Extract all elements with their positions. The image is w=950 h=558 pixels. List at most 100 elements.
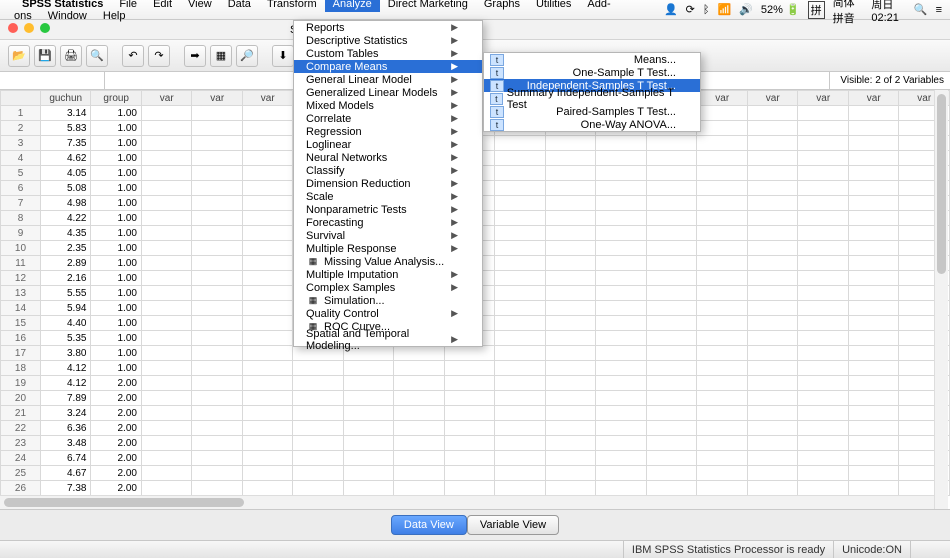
empty-cell[interactable] [141,256,192,271]
open-button[interactable]: 📂 [8,45,30,67]
ime-box[interactable]: 拼 [808,1,825,19]
empty-cell[interactable] [848,211,899,226]
empty-cell[interactable] [343,376,394,391]
empty-cell[interactable] [798,466,849,481]
cell-group[interactable]: 2.00 [91,421,142,436]
empty-cell[interactable] [242,166,293,181]
cell-group[interactable]: 1.00 [91,241,142,256]
empty-cell[interactable] [343,421,394,436]
empty-cell[interactable] [293,376,344,391]
empty-cell[interactable] [646,136,697,151]
cell-group[interactable]: 2.00 [91,391,142,406]
close-window-button[interactable] [8,23,18,33]
empty-cell[interactable] [141,391,192,406]
empty-cell[interactable] [545,301,596,316]
empty-cell[interactable] [798,181,849,196]
column-header-group[interactable]: group [91,91,142,106]
row-number[interactable]: 23 [1,436,41,451]
menubar-item-edit[interactable]: Edit [145,0,180,12]
empty-cell[interactable] [242,436,293,451]
empty-cell[interactable] [646,286,697,301]
empty-cell[interactable] [697,466,748,481]
cell-guchun[interactable]: 3.80 [40,346,91,361]
cell-guchun[interactable]: 4.12 [40,361,91,376]
empty-cell[interactable] [596,361,647,376]
empty-cell[interactable] [697,361,748,376]
empty-cell[interactable] [293,466,344,481]
empty-cell[interactable] [697,136,748,151]
submenu-item-means[interactable]: tMeans... [484,53,700,66]
empty-cell[interactable] [646,466,697,481]
empty-cell[interactable] [697,286,748,301]
empty-cell[interactable] [747,211,798,226]
empty-cell[interactable] [798,241,849,256]
volume-icon[interactable]: 🔊 [739,3,753,16]
empty-cell[interactable] [697,451,748,466]
empty-cell[interactable] [848,331,899,346]
empty-cell[interactable] [495,346,546,361]
menu-item-missing-value-analysis[interactable]: ▦Missing Value Analysis... [294,255,482,268]
row-number[interactable]: 9 [1,226,41,241]
empty-cell[interactable] [545,451,596,466]
insert-case-button[interactable]: ⬇ [272,45,294,67]
empty-cell[interactable] [646,421,697,436]
minimize-window-button[interactable] [24,23,34,33]
empty-cell[interactable] [596,481,647,496]
empty-cell[interactable] [242,316,293,331]
cell-group[interactable]: 2.00 [91,451,142,466]
empty-cell[interactable] [293,436,344,451]
cell-guchun[interactable]: 2.16 [40,271,91,286]
menu-item-dimension-reduction[interactable]: Dimension Reduction▶ [294,177,482,190]
cell-guchun[interactable]: 5.08 [40,181,91,196]
analyze-menu[interactable]: Reports▶Descriptive Statistics▶Custom Ta… [293,20,483,347]
empty-cell[interactable] [444,436,495,451]
empty-cell[interactable] [848,481,899,496]
empty-cell[interactable] [545,316,596,331]
empty-cell[interactable] [293,421,344,436]
cell-guchun[interactable]: 7.89 [40,391,91,406]
empty-cell[interactable] [646,346,697,361]
battery-status[interactable]: 52% 🔋 [761,3,800,16]
empty-cell[interactable] [848,451,899,466]
empty-cell[interactable] [697,391,748,406]
empty-cell[interactable] [798,286,849,301]
empty-cell[interactable] [141,181,192,196]
zoom-window-button[interactable] [40,23,50,33]
empty-cell[interactable] [848,286,899,301]
empty-cell[interactable] [596,436,647,451]
user-icon[interactable]: 👤 [664,3,678,16]
empty-cell[interactable] [697,331,748,346]
empty-cell[interactable] [596,301,647,316]
row-number[interactable]: 22 [1,421,41,436]
empty-cell[interactable] [141,286,192,301]
empty-cell[interactable] [495,136,546,151]
empty-cell[interactable] [293,451,344,466]
column-header-empty[interactable]: var [141,91,192,106]
empty-cell[interactable] [848,136,899,151]
empty-cell[interactable] [646,241,697,256]
table-row[interactable]: 213.242.00 [1,406,950,421]
table-row[interactable]: 233.482.00 [1,436,950,451]
empty-cell[interactable] [242,256,293,271]
empty-cell[interactable] [798,211,849,226]
empty-cell[interactable] [545,241,596,256]
menu-item-custom-tables[interactable]: Custom Tables▶ [294,47,482,60]
vars-button[interactable]: ▦ [210,45,232,67]
menu-item-loglinear[interactable]: Loglinear▶ [294,138,482,151]
empty-cell[interactable] [596,226,647,241]
empty-cell[interactable] [747,181,798,196]
empty-cell[interactable] [798,391,849,406]
cell-guchun[interactable]: 4.35 [40,226,91,241]
empty-cell[interactable] [242,286,293,301]
empty-cell[interactable] [242,481,293,496]
empty-cell[interactable] [242,451,293,466]
empty-cell[interactable] [848,346,899,361]
empty-cell[interactable] [141,106,192,121]
empty-cell[interactable] [141,376,192,391]
row-number[interactable]: 6 [1,181,41,196]
empty-cell[interactable] [646,256,697,271]
goto-button[interactable]: ➡ [184,45,206,67]
cell-group[interactable]: 1.00 [91,181,142,196]
empty-cell[interactable] [545,211,596,226]
row-number[interactable]: 3 [1,136,41,151]
